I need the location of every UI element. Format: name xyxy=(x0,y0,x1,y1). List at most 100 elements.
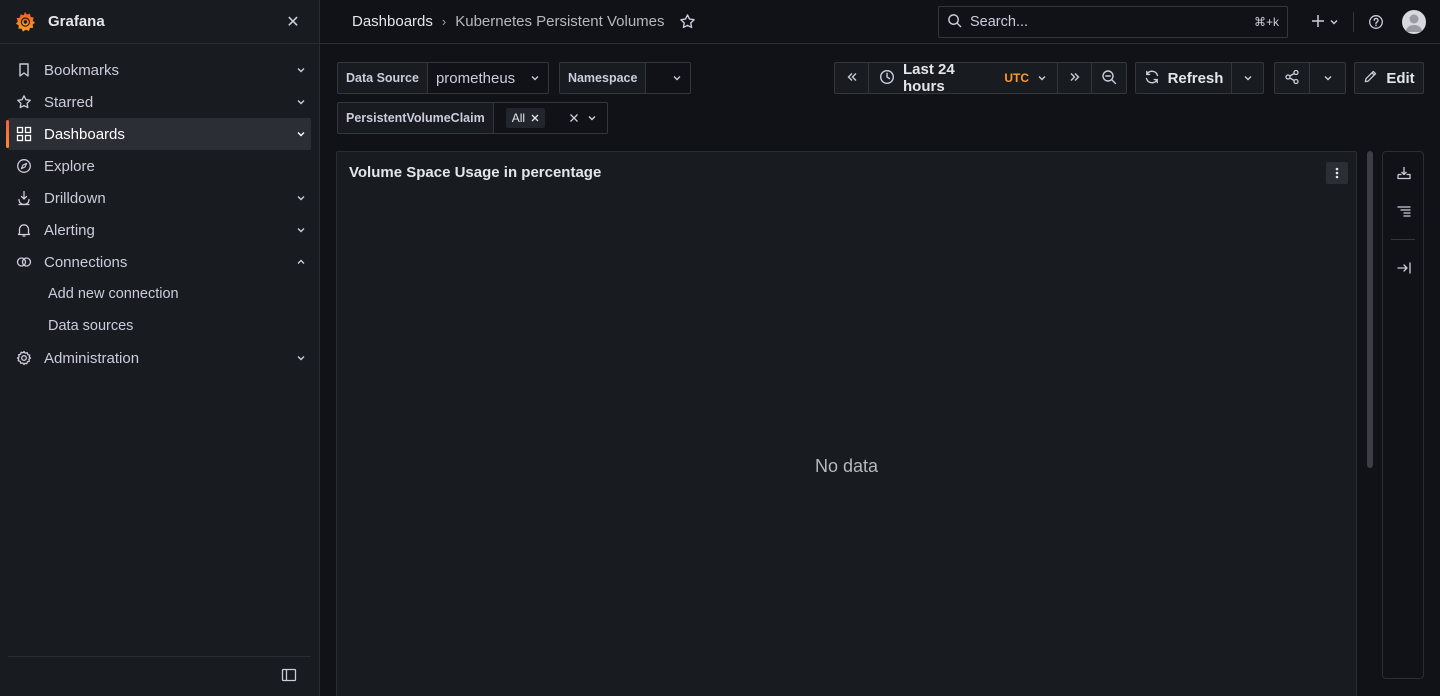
time-range-label: Last 24 hours xyxy=(903,61,955,95)
search-placeholder: Search... xyxy=(970,14,1029,30)
sidebar-item-label: Administration xyxy=(44,349,140,367)
sidebar-item-starred[interactable]: Starred xyxy=(8,86,311,118)
no-data-message: No data xyxy=(814,456,879,476)
compass-icon xyxy=(16,158,32,174)
chevron-down-icon[interactable] xyxy=(295,128,307,140)
dock-sidebar-icon[interactable] xyxy=(281,667,297,686)
sidebar-item-label: Connections xyxy=(44,253,128,271)
clock-icon xyxy=(879,69,895,88)
sidebar-footer xyxy=(8,656,311,696)
import-icon[interactable] xyxy=(1393,162,1415,184)
clear-icon[interactable] xyxy=(569,110,579,126)
share-icon xyxy=(1284,69,1300,88)
apps-grid-icon xyxy=(16,126,32,142)
sidebar-item-label: Drilldown xyxy=(44,189,106,207)
divider xyxy=(1353,12,1354,32)
outline-list-icon[interactable] xyxy=(1393,200,1415,222)
sidebar-item-drilldown[interactable]: Drilldown xyxy=(8,182,311,214)
breadcrumb-dashboards[interactable]: Dashboards xyxy=(352,13,433,30)
refresh-controls: Refresh xyxy=(1135,62,1264,94)
app-name: Grafana xyxy=(48,13,105,30)
bell-icon xyxy=(16,222,32,238)
search-shortcut: ⌘+k xyxy=(1253,15,1279,29)
panel-title[interactable]: Volume Space Usage in percentage xyxy=(349,164,601,181)
sidebar-item-label: Alerting xyxy=(44,221,95,239)
close-icon[interactable]: ✕ xyxy=(283,12,303,32)
namespace-variable-label: Namespace xyxy=(558,62,646,94)
share-button[interactable] xyxy=(1274,62,1310,94)
sidebar-item-label: Explore xyxy=(44,157,95,175)
help-icon[interactable] xyxy=(1368,13,1386,31)
sidebar-subitem-data-sources[interactable]: Data sources xyxy=(0,310,319,342)
edit-label: Edit xyxy=(1386,69,1415,87)
time-shift-back-button[interactable] xyxy=(834,62,869,94)
pvc-select[interactable]: All xyxy=(492,102,608,134)
share-dropdown[interactable] xyxy=(1310,62,1346,94)
panel-menu-icon[interactable] xyxy=(1326,162,1348,184)
time-shift-forward-button[interactable] xyxy=(1058,62,1092,94)
selected-value-chip: All xyxy=(505,108,546,128)
time-range-controls: Last 24 hours UTC xyxy=(834,61,1127,95)
breadcrumb-current: Kubernetes Persistent Volumes xyxy=(455,13,665,30)
sidebar-nav: Bookmarks Starred Dashboards Explore Dri… xyxy=(0,44,319,374)
edit-button[interactable]: Edit xyxy=(1354,62,1424,94)
variables-row: Data Source prometheus Namespace xyxy=(337,62,692,94)
sidebar-item-explore[interactable]: Explore xyxy=(8,150,311,182)
zoom-out-button[interactable] xyxy=(1092,62,1127,94)
avatar[interactable] xyxy=(1402,10,1426,34)
chevron-down-icon xyxy=(587,110,597,126)
chevron-down-icon[interactable] xyxy=(295,224,307,236)
sidebar-header: Grafana ✕ xyxy=(0,0,319,44)
drilldown-icon xyxy=(16,190,32,206)
chevron-down-icon xyxy=(1329,14,1339,30)
star-dashboard-icon[interactable] xyxy=(679,13,697,31)
time-range-picker[interactable]: Last 24 hours UTC xyxy=(869,61,1058,95)
remove-value-icon[interactable] xyxy=(531,111,539,125)
chevron-down-icon xyxy=(530,70,540,86)
pvc-variable-label: PersistentVolumeClaim xyxy=(337,102,493,134)
cog-icon xyxy=(16,350,32,366)
search-input[interactable]: Search... ⌘+k xyxy=(938,6,1288,38)
chevron-down-icon xyxy=(1323,70,1333,86)
sidebar-item-administration[interactable]: Administration xyxy=(8,342,311,374)
refresh-label: Refresh xyxy=(1167,69,1224,87)
datasource-select[interactable]: prometheus xyxy=(426,62,549,94)
pen-icon xyxy=(1363,69,1378,87)
grafana-app: Grafana ✕ Bookmarks Starred Dashboards E… xyxy=(0,0,1440,696)
share-controls xyxy=(1274,62,1346,94)
angle-double-right-icon xyxy=(1069,70,1081,86)
chevron-down-icon[interactable] xyxy=(295,192,307,204)
collapse-rail-icon[interactable] xyxy=(1393,257,1415,279)
search-icon xyxy=(947,13,962,31)
divider xyxy=(1391,239,1415,240)
star-icon xyxy=(16,94,32,110)
sidebar-item-alerting[interactable]: Alerting xyxy=(8,214,311,246)
chevron-down-icon[interactable] xyxy=(295,64,307,76)
chevron-down-icon xyxy=(672,70,682,86)
sidebar-item-bookmarks[interactable]: Bookmarks xyxy=(8,54,311,86)
plus-icon xyxy=(1311,14,1325,31)
refresh-interval-dropdown[interactable] xyxy=(1232,62,1264,94)
topbar-actions xyxy=(1311,0,1440,44)
chevron-down-icon[interactable] xyxy=(295,96,307,108)
sidebar-item-connections[interactable]: Connections xyxy=(8,246,311,278)
sidebar-item-dashboards[interactable]: Dashboards xyxy=(6,118,311,150)
scrollbar-thumb[interactable] xyxy=(1367,151,1373,468)
breadcrumb: Dashboards › Kubernetes Persistent Volum… xyxy=(352,13,697,31)
nav-sidebar: Grafana ✕ Bookmarks Starred Dashboards E… xyxy=(0,0,320,696)
top-bar: Dashboards › Kubernetes Persistent Volum… xyxy=(320,0,1440,44)
chevron-down-icon[interactable] xyxy=(295,352,307,364)
sync-icon xyxy=(1144,69,1160,88)
bookmark-icon xyxy=(16,62,32,78)
sidebar-item-label: Bookmarks xyxy=(44,61,120,79)
refresh-button[interactable]: Refresh xyxy=(1135,62,1232,94)
grafana-logo-icon[interactable] xyxy=(12,9,38,35)
new-menu-button[interactable] xyxy=(1311,14,1339,31)
chevron-up-icon[interactable] xyxy=(295,256,307,268)
namespace-select[interactable] xyxy=(645,62,692,94)
datasource-value: prometheus xyxy=(435,69,516,87)
sidebar-subitem-add-new-connection[interactable]: Add new connection xyxy=(0,278,319,310)
dashboard-panel: Volume Space Usage in percentage No data xyxy=(336,151,1357,696)
angle-double-left-icon xyxy=(846,70,858,86)
variables-row-2: PersistentVolumeClaim All xyxy=(337,102,608,134)
